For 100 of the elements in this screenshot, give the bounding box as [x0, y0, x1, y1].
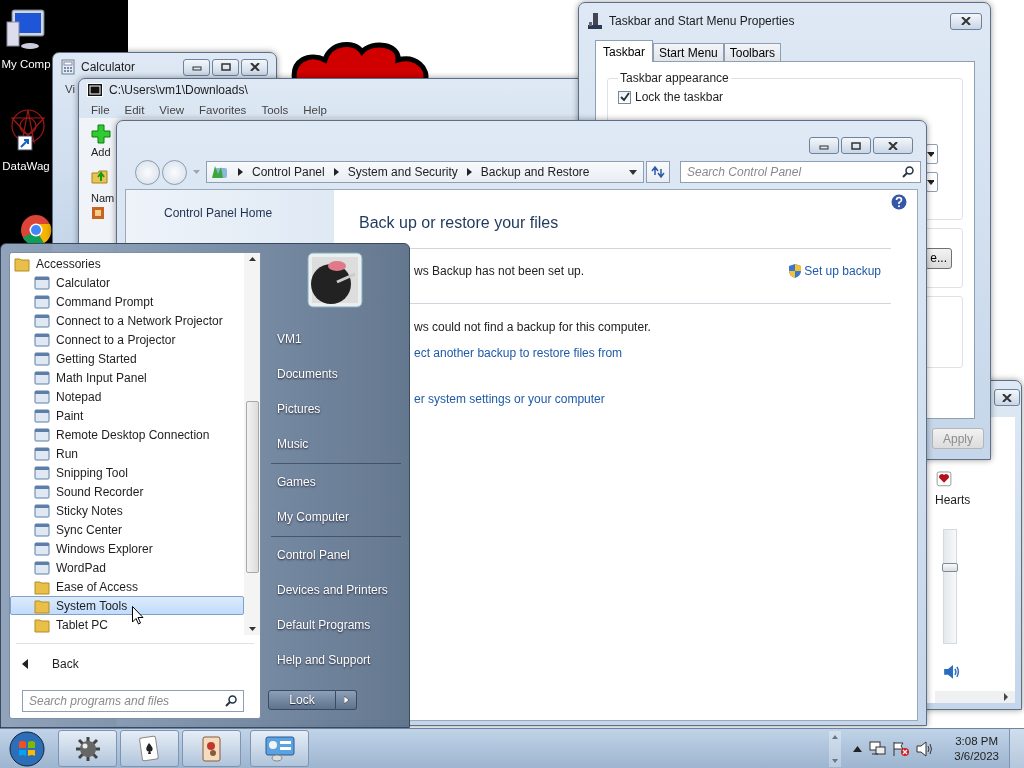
start-menu-item[interactable]: Default Programs: [267, 608, 381, 643]
start-menu-item[interactable]: Music: [267, 427, 319, 462]
program-item[interactable]: Paint: [10, 406, 244, 425]
breadcrumb[interactable]: Control Panel: [252, 165, 325, 179]
taskbar-button[interactable]: [58, 730, 117, 767]
folder-icon: [34, 597, 50, 614]
down-arrow-icon[interactable]: [248, 627, 256, 631]
sidebar-link[interactable]: Control Panel Home: [164, 206, 273, 220]
program-item[interactable]: Calculator: [10, 273, 244, 292]
program-item[interactable]: Sound Recorder: [10, 482, 244, 501]
program-item[interactable]: Ease of Access: [10, 577, 244, 596]
start-menu-item[interactable]: My Computer: [267, 500, 360, 535]
program-item[interactable]: System Tools: [10, 596, 244, 615]
scroll-bar[interactable]: [244, 253, 260, 635]
program-item[interactable]: Connect to a Projector: [10, 330, 244, 349]
close-button[interactable]: [950, 12, 982, 30]
start-menu-item[interactable]: Pictures: [267, 392, 331, 427]
back-button[interactable]: Back: [10, 644, 260, 674]
search-field[interactable]: Search Control Panel: [680, 161, 921, 183]
lock-button[interactable]: Lock: [268, 690, 336, 710]
tab[interactable]: Toolbars: [723, 43, 782, 61]
search-field[interactable]: Search programs and files: [22, 690, 244, 712]
right-arrow-icon[interactable]: [1003, 693, 1009, 702]
network-icon[interactable]: [868, 740, 887, 757]
menu-item[interactable]: Help: [303, 102, 327, 118]
refresh-button[interactable]: [646, 161, 670, 183]
address-bar[interactable]: Control Panel System and Security Backup and Restore: [206, 161, 644, 183]
minimize-button[interactable]: [183, 58, 210, 76]
maximize-button[interactable]: [841, 137, 871, 154]
menu-item[interactable]: Edit: [124, 102, 145, 118]
close-button[interactable]: [873, 137, 913, 154]
help-icon[interactable]: [891, 194, 907, 210]
breadcrumb[interactable]: Backup and Restore: [480, 165, 590, 179]
start-menu-item[interactable]: Games: [267, 465, 326, 500]
chevron-icon[interactable]: [466, 168, 472, 176]
desktop-icon-label[interactable]: DataWag: [2, 160, 50, 172]
slider-thumb[interactable]: [942, 562, 958, 572]
volume-slider[interactable]: [943, 528, 957, 644]
breadcrumb[interactable]: System and Security: [347, 165, 458, 179]
start-orb-icon[interactable]: [8, 729, 46, 768]
playing-card-icon: [137, 734, 162, 763]
checkbox[interactable]: [618, 90, 631, 104]
up-arrow-icon[interactable]: [248, 257, 256, 261]
tab[interactable]: Start Menu: [653, 43, 724, 61]
menu-item[interactable]: Tools: [261, 102, 289, 118]
recover-link[interactable]: er system settings or your computer: [414, 392, 605, 406]
column-header[interactable]: Nam: [91, 192, 115, 204]
checkbox-label[interactable]: Lock the taskbar: [635, 90, 724, 104]
flag-icon[interactable]: [892, 740, 911, 757]
menu-item[interactable]: Vi: [65, 83, 76, 95]
customize-button[interactable]: e...: [925, 247, 952, 269]
browser-logo-icon[interactable]: [20, 214, 52, 246]
desktop-icon-label[interactable]: My Comp: [1, 58, 51, 70]
start-menu-item[interactable]: Documents: [267, 357, 348, 392]
program-item[interactable]: Windows Explorer: [10, 539, 244, 558]
program-item[interactable]: WordPad: [10, 558, 244, 577]
tab[interactable]: Taskbar: [595, 40, 654, 62]
program-item[interactable]: Run: [10, 444, 244, 463]
maximize-button[interactable]: [212, 58, 239, 76]
chevron-icon[interactable]: [333, 168, 339, 176]
menu-item[interactable]: View: [159, 102, 185, 118]
program-item[interactable]: Notepad: [10, 387, 244, 406]
minimize-button[interactable]: [809, 137, 839, 154]
program-item[interactable]: Sticky Notes: [10, 501, 244, 520]
program-item[interactable]: Math Input Panel: [10, 368, 244, 387]
chevron-icon[interactable]: [238, 168, 243, 176]
close-button[interactable]: [994, 389, 1020, 406]
search-icon[interactable]: [902, 166, 914, 178]
menu-item[interactable]: Favorites: [199, 102, 247, 118]
taskbar-button[interactable]: [182, 730, 241, 767]
computer-icon[interactable]: [4, 8, 48, 52]
menu-item[interactable]: File: [91, 102, 110, 118]
program-item[interactable]: Connect to a Network Projector: [10, 311, 244, 330]
speaker-icon[interactable]: [943, 663, 961, 680]
program-item[interactable]: Getting Started: [10, 349, 244, 368]
speaker-icon[interactable]: [916, 740, 935, 757]
clock[interactable]: 3:08 PM 3/6/2023: [954, 733, 999, 764]
start-menu-item[interactable]: Control Panel: [267, 538, 360, 573]
plus-icon[interactable]: [91, 124, 111, 144]
program-item[interactable]: Snipping Tool: [10, 463, 244, 482]
show-hidden-icons-icon[interactable]: [853, 745, 863, 752]
scroll-bar[interactable]: [935, 691, 1015, 703]
folder-up-icon[interactable]: [91, 168, 109, 184]
taskbar-button[interactable]: [250, 730, 309, 767]
program-item[interactable]: Tablet PC: [10, 615, 244, 634]
program-item[interactable]: Sync Center: [10, 520, 244, 539]
scroll-thumb[interactable]: [245, 401, 259, 573]
setup-link[interactable]: Set up backup: [788, 263, 881, 279]
program-item[interactable]: Accessories: [10, 254, 244, 273]
caret-icon[interactable]: [629, 169, 637, 175]
restore-link[interactable]: ect another backup to restore files from: [414, 346, 623, 360]
start-menu-item[interactable]: Help and Support: [267, 643, 381, 678]
program-item[interactable]: Command Prompt: [10, 292, 244, 311]
start-menu-item[interactable]: VM1: [267, 322, 312, 357]
toolbar-label[interactable]: Add: [91, 146, 111, 158]
start-menu-item[interactable]: Devices and Printers: [267, 573, 398, 608]
options-button[interactable]: [336, 690, 357, 710]
search-icon[interactable]: [225, 695, 237, 707]
program-item[interactable]: Remote Desktop Connection: [10, 425, 244, 444]
close-button[interactable]: [241, 58, 268, 76]
